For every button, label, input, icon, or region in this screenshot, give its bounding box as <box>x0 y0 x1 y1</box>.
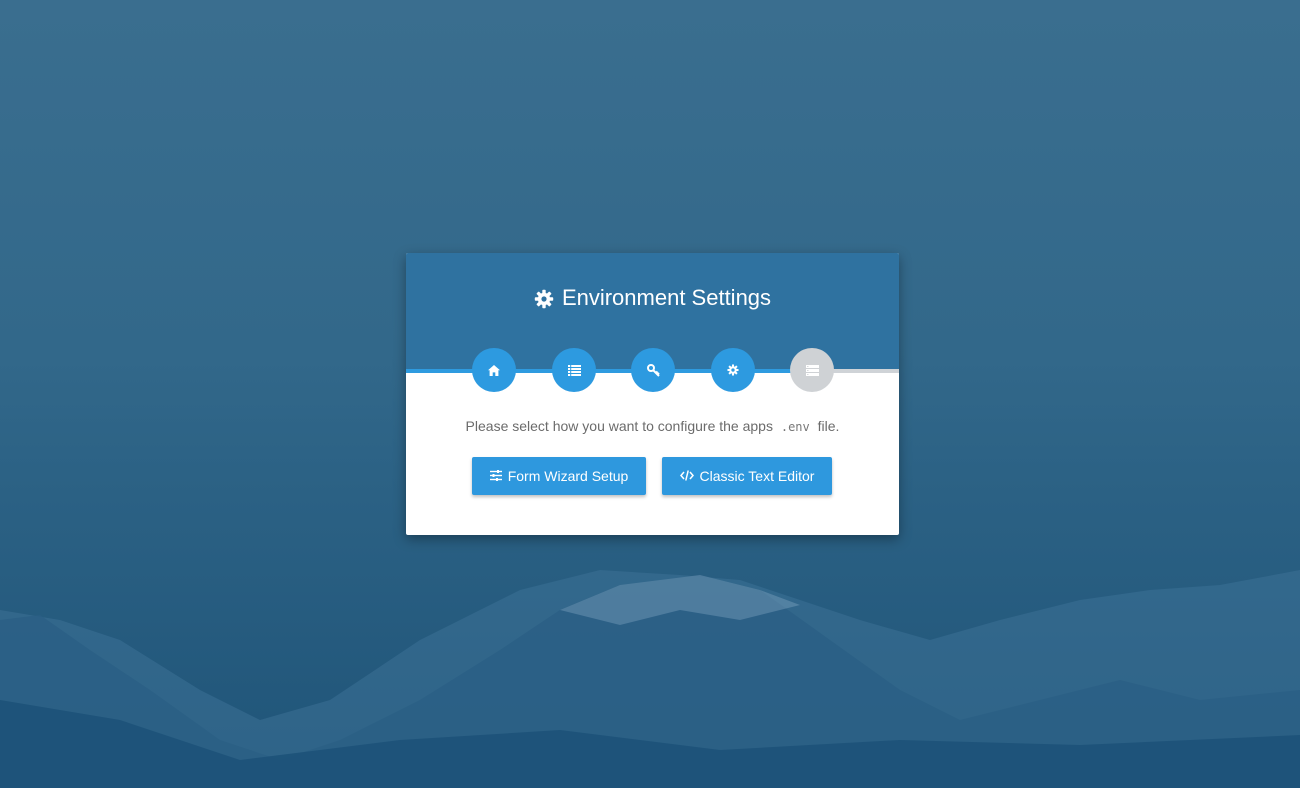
step-environment[interactable] <box>711 348 755 392</box>
page-title: Environment Settings <box>406 283 899 317</box>
instruction-after: file. <box>817 418 840 434</box>
classic-text-editor-button[interactable]: Classic Text Editor <box>662 457 832 495</box>
form-wizard-setup-label: Form Wizard Setup <box>507 468 629 484</box>
instruction-before: Please select how you want to configure … <box>465 418 773 434</box>
code-icon <box>679 468 694 484</box>
step-requirements[interactable] <box>552 348 596 392</box>
step-home[interactable] <box>472 348 516 392</box>
home-icon <box>488 364 500 376</box>
sliders-icon <box>489 468 502 484</box>
setup-card: Environment Settings Please select how y… <box>406 253 899 535</box>
gear-icon <box>534 287 554 317</box>
env-filename: .env <box>780 420 810 434</box>
key-icon <box>646 363 660 377</box>
gear-icon <box>727 364 739 376</box>
classic-text-editor-label: Classic Text Editor <box>699 468 815 484</box>
form-wizard-setup-button[interactable]: Form Wizard Setup <box>472 457 646 495</box>
list-icon <box>567 364 581 376</box>
step-permissions[interactable] <box>631 348 675 392</box>
step-final[interactable] <box>790 348 834 392</box>
server-icon <box>805 364 819 376</box>
instruction-text: Please select how you want to configure … <box>406 416 899 437</box>
title-text: Environment Settings <box>561 285 772 310</box>
